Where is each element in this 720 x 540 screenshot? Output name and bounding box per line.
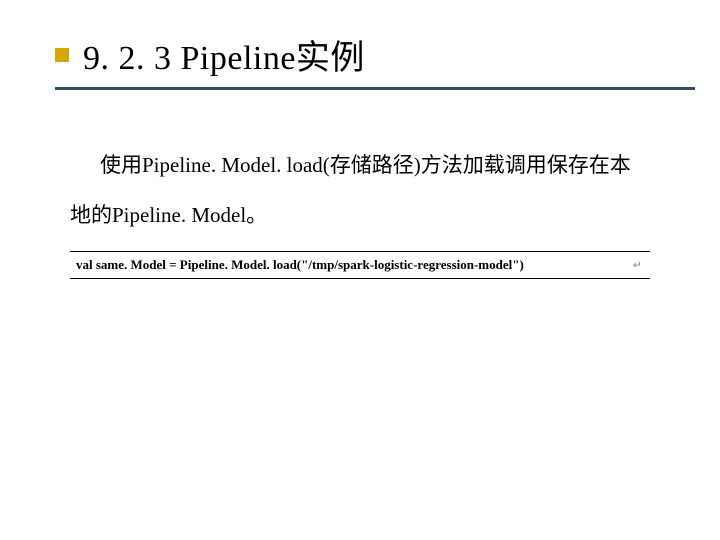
title-row: 9. 2. 3 Pipeline实例 (40, 30, 680, 79)
title-underline (55, 87, 695, 90)
body-paragraph-1: 使用Pipeline. Model. load(存储路径)方法加载调用保存在本 (100, 140, 680, 190)
slide-container: 9. 2. 3 Pipeline实例 使用Pipeline. Model. lo… (0, 0, 720, 540)
code-box: val same. Model = Pipeline. Model. load(… (70, 251, 650, 279)
slide-title: 9. 2. 3 Pipeline实例 (83, 30, 365, 79)
body-paragraph-2: 地的Pipeline. Model。 (70, 190, 680, 240)
bullet-square-icon (55, 48, 69, 62)
return-icon: ↵ (633, 258, 642, 271)
code-line: val same. Model = Pipeline. Model. load(… (76, 257, 524, 272)
